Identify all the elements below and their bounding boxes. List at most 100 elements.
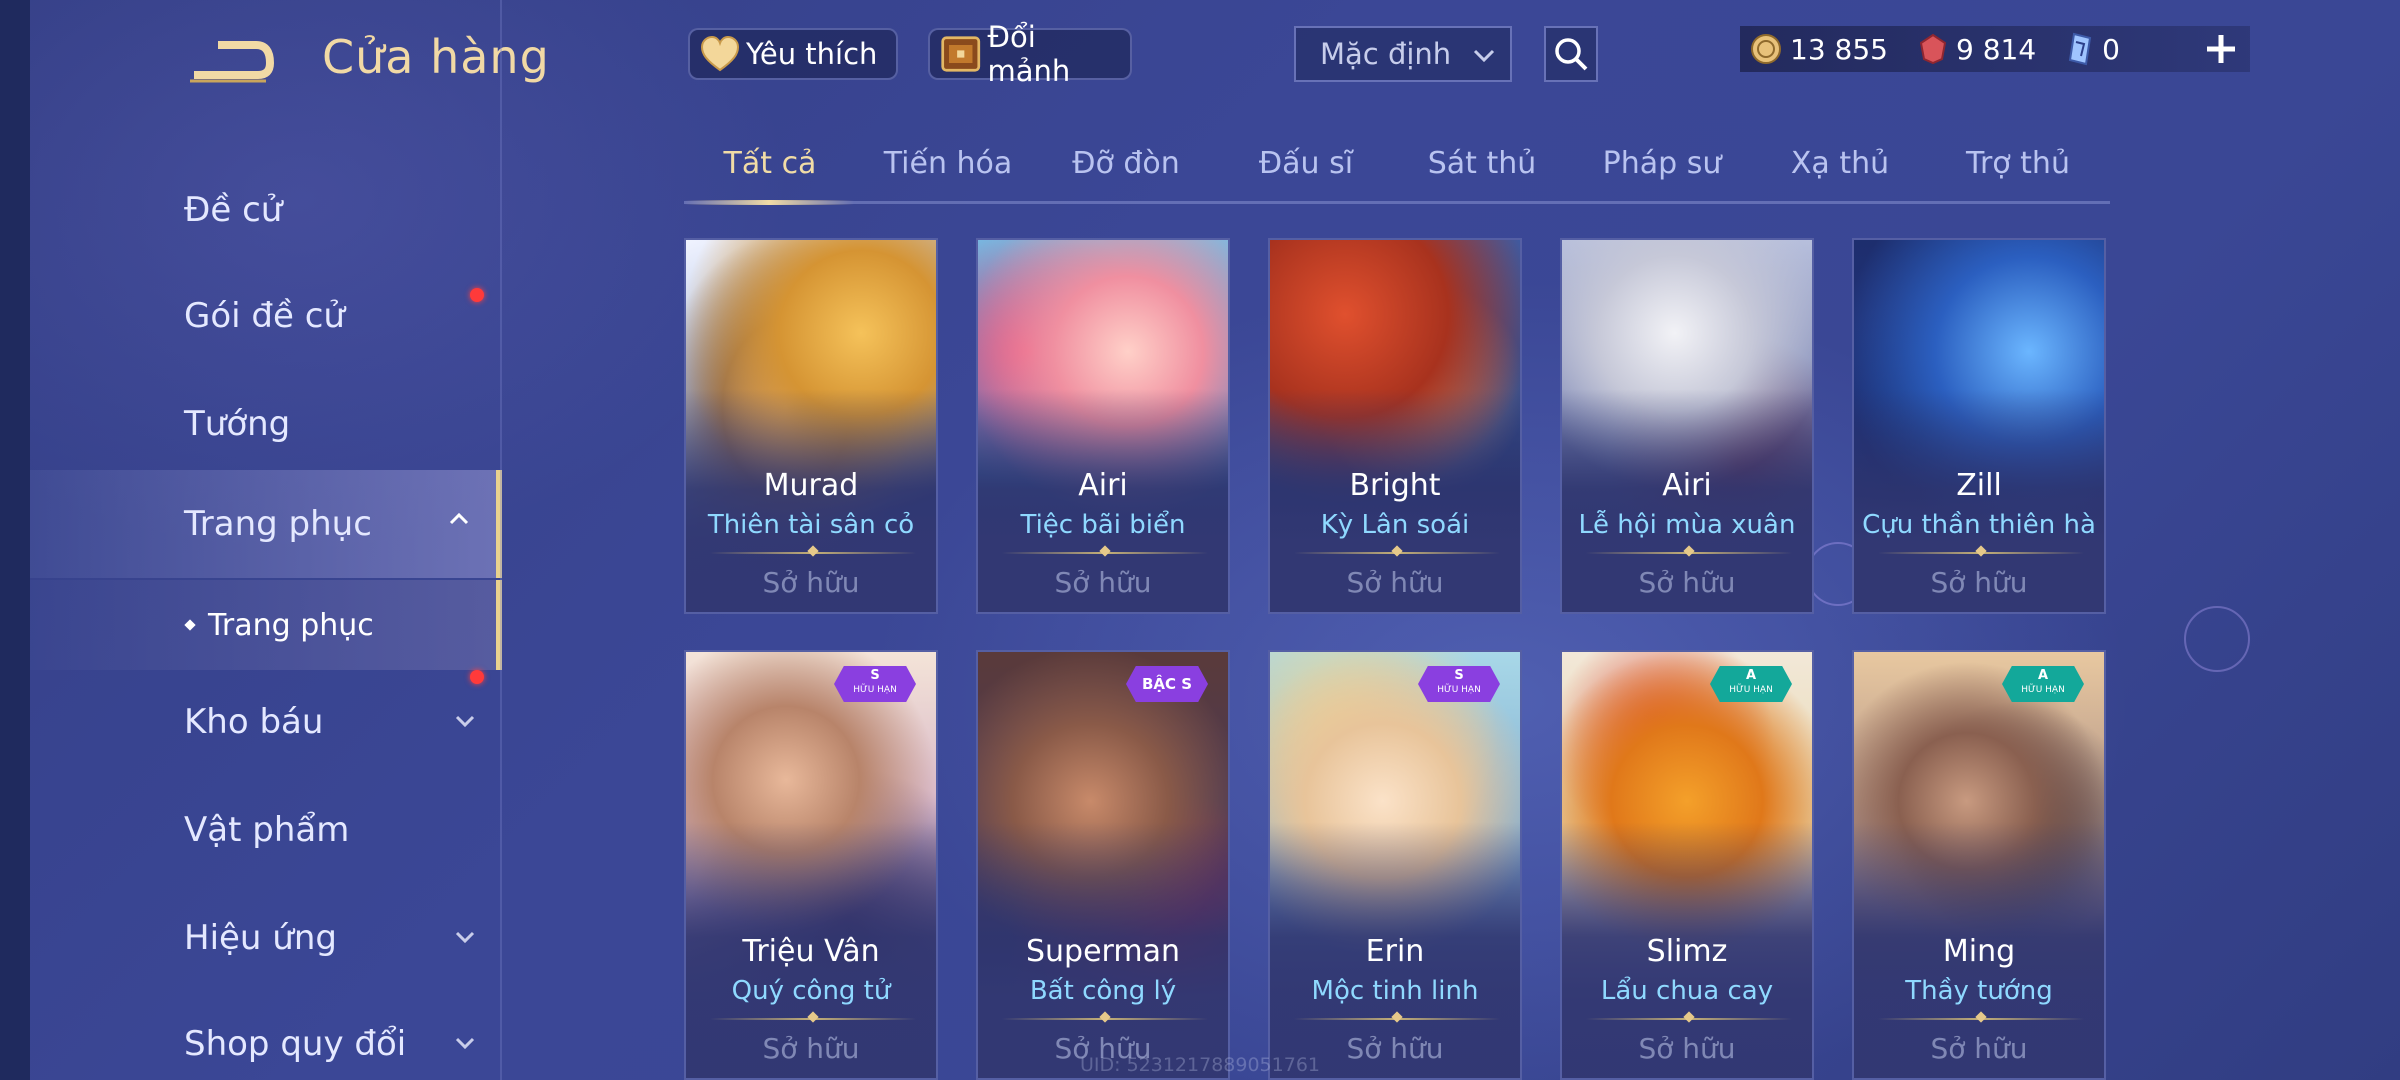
tier-sublabel: HỮU HẠN [1437,685,1481,695]
skin-card[interactable]: Airi Tiệc bãi biển Sở hữu [976,238,1230,614]
hero-name: Erin [1365,934,1425,969]
tier-label: A [2037,668,2049,683]
skin-name: Tiệc bãi biển [1020,510,1186,540]
gold-currency: 13 855 [1750,33,1888,66]
ruby-icon [1919,33,1947,65]
sidebar-item-featured[interactable]: Đề cử [30,160,502,260]
skin-name: Thầy tướng [1905,976,2053,1006]
card-divider [1294,1018,1500,1020]
skin-name: Kỳ Lân soái [1320,510,1470,540]
tab-evolution[interactable]: Tiến hóa [884,146,1013,181]
shard-currency: 0 [2066,32,2120,66]
skin-card[interactable]: BẬC S Superman Bất công lý Sở hữu [976,650,1230,1080]
card-divider [1586,1018,1792,1020]
skin-name: Cựu thần thiên hà [1862,510,2096,540]
tab-marksman[interactable]: Xạ thủ [1791,146,1889,181]
skin-card[interactable]: A HỮU HẠN Slimz Lẩu chua cay Sở hữu [1560,650,1814,1080]
search-button[interactable] [1544,26,1598,82]
skin-name: Lễ hội mùa xuân [1578,510,1796,540]
sidebar-item-label: Kho báu [184,702,324,742]
hero-name: Zill [1956,468,2002,503]
back-button[interactable] [186,34,276,90]
sidebar-item-skins[interactable]: Trang phục [30,470,502,578]
uid-watermark: UID: 5231217889051761 [1080,1054,1320,1076]
chevron-down-icon [455,715,475,728]
page-title: Cửa hàng [322,30,550,84]
owned-status: Sở hữu [1638,566,1736,599]
sidebar-item-heroes[interactable]: Tướng [30,374,502,474]
tab-assassin[interactable]: Sát thủ [1428,146,1537,181]
chevron-down-icon [455,931,475,944]
tab-support[interactable]: Trợ thủ [1966,146,2070,181]
sidebar-divider [500,0,502,1080]
owned-status: Sở hữu [762,1032,860,1065]
hero-name: Slimz [1646,934,1728,969]
heart-icon [700,36,740,72]
owned-status: Sở hữu [1054,566,1152,599]
skin-card[interactable]: Airi Lễ hội mùa xuân Sở hữu [1560,238,1814,614]
sidebar-subitem-label: Trang phục [208,607,374,643]
active-tab-indicator [684,200,854,205]
notification-dot [470,670,484,684]
favorites-button[interactable]: Yêu thích [688,28,898,80]
tab-tank[interactable]: Đỡ đòn [1072,146,1180,181]
skin-name: Lẩu chua cay [1600,976,1774,1006]
tier-sublabel: HỮU HẠN [1729,685,1773,695]
sidebar: Đề cử Gói đề cử Tướng Trang phục Trang p… [30,160,502,1080]
skin-name: Bất công lý [1029,976,1177,1006]
shard-exchange-label: Đổi mảnh [987,20,1071,88]
chevron-up-icon [449,512,469,525]
tier-label: S [1454,668,1464,683]
sidebar-item-bundles[interactable]: Gói đề cử [30,266,502,366]
owned-status: Sở hữu [1930,566,2028,599]
sidebar-item-items[interactable]: Vật phẩm [30,780,502,880]
skin-card[interactable]: Bright Kỳ Lân soái Sở hữu [1268,238,1522,614]
skin-card[interactable]: A HỮU HẠN Ming Thầy tướng Sở hữu [1852,650,2106,1080]
skin-name: Quý công tử [731,976,891,1006]
skin-card[interactable]: S HỮU HẠN Erin Mộc tinh linh Sở hữu [1268,650,1522,1080]
owned-status: Sở hữu [1930,1032,2028,1065]
notification-dot [470,288,484,302]
hero-name: Triệu Vân [742,934,880,969]
card-divider [1002,1018,1208,1020]
tab-all[interactable]: Tất cả [724,146,817,181]
tab-mage[interactable]: Pháp sư [1603,146,1722,181]
tier-badge: A HỮU HẠN [1710,666,1792,702]
tier-sublabel: HỮU HẠN [853,685,897,695]
category-tabs: Tất cả Tiến hóa Đỡ đòn Đấu sĩ Sát thủ Ph… [684,138,2110,205]
voucher-currency: 9 814 [1918,33,2036,66]
crystal-shard-icon [2069,32,2092,66]
card-divider [1586,552,1792,554]
sidebar-item-exchange-shop[interactable]: Shop quy đổi [30,994,502,1080]
hero-name: Ming [1942,934,2016,969]
shard-exchange-button[interactable]: Đổi mảnh [928,20,1132,88]
skin-card[interactable]: Murad Thiên tài sân cỏ Sở hữu [684,238,938,614]
sidebar-item-label: Gói đề cử [184,296,345,336]
tier-label: BẬC S [1141,675,1193,693]
treasure-chest-icon [941,36,981,72]
sidebar-item-effects[interactable]: Hiệu ứng [30,888,502,988]
hero-name: Superman [1026,934,1180,969]
card-divider [1294,552,1500,554]
owned-status: Sở hữu [762,566,860,599]
tier-label: S [870,668,880,683]
sidebar-item-label: Trang phục [184,504,372,544]
card-divider [1002,552,1208,554]
card-divider [1878,1018,2084,1020]
hero-name: Airi [1078,468,1128,503]
add-currency-button[interactable] [2196,24,2246,74]
sidebar-subitem-skins[interactable]: Trang phục [30,580,502,670]
currency-bar: 13 855 9 814 0 [1740,26,2250,72]
sidebar-item-treasure[interactable]: Kho báu [30,670,502,772]
hero-name: Airi [1662,468,1712,503]
skin-card[interactable]: Zill Cựu thần thiên hà Sở hữu [1852,238,2106,614]
tab-fighter[interactable]: Đấu sĩ [1259,146,1353,181]
card-divider [1878,552,2084,554]
sidebar-item-label: Đề cử [184,190,283,230]
sort-dropdown[interactable]: Mặc định [1294,26,1512,82]
skin-card[interactable]: S HỮU HẠN Triệu Vân Quý công tử Sở hữu [684,650,938,1080]
skin-name: Mộc tinh linh [1311,976,1479,1006]
favorites-label: Yêu thích [746,37,878,71]
decor-ring [2184,606,2250,672]
bullet-icon [184,619,196,631]
